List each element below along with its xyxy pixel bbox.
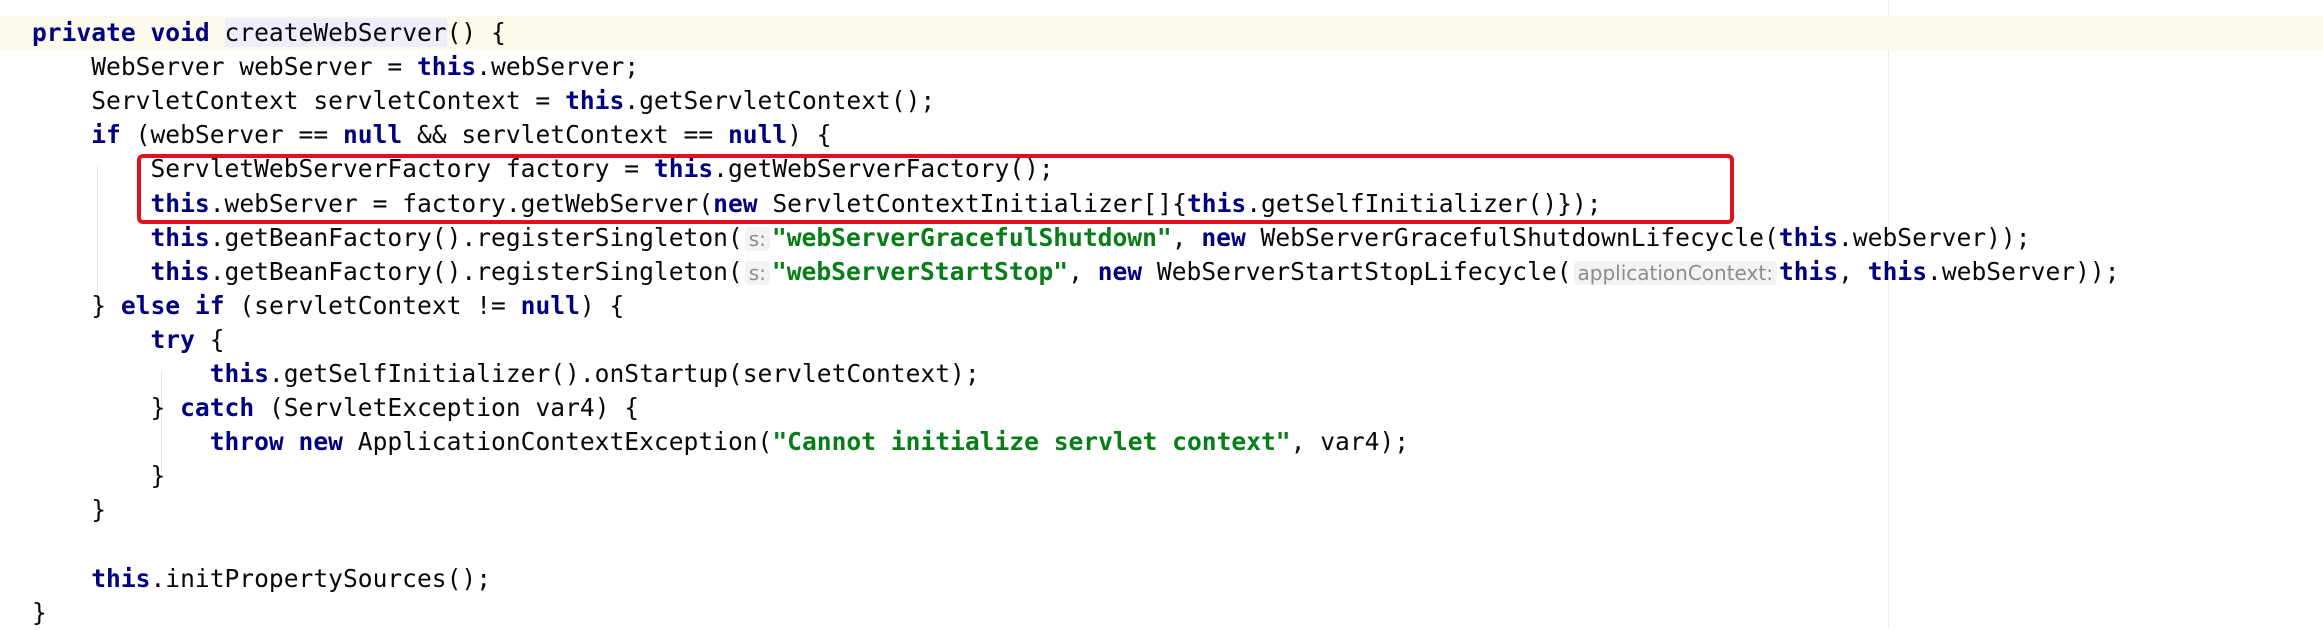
- keyword-token: this: [150, 222, 210, 252]
- keyword-token: new: [1201, 222, 1246, 252]
- code-token: ) {: [579, 290, 625, 320]
- code-line[interactable]: }: [0, 459, 165, 493]
- code-token: .webServer));: [1838, 222, 2031, 252]
- code-line[interactable]: this.getBeanFactory().registerSingleton(…: [0, 221, 2031, 255]
- code-token: }: [91, 495, 107, 525]
- keyword-token: private: [32, 18, 136, 47]
- code-line[interactable]: } catch (ServletException var4) {: [0, 391, 639, 425]
- code-token: }: [150, 393, 181, 423]
- code-line[interactable]: throw new ApplicationContextException("C…: [0, 425, 1409, 459]
- code-token: .getBeanFactory().registerSingleton(: [209, 256, 743, 286]
- code-token: () {: [446, 18, 506, 47]
- keyword-token: else: [120, 290, 181, 320]
- code-line[interactable]: this.getBeanFactory().registerSingleton(…: [0, 255, 2120, 289]
- code-line[interactable]: } else if (servletContext != null) {: [0, 289, 624, 323]
- code-line[interactable]: try {: [0, 323, 225, 357]
- method-name: createWebServer: [224, 18, 447, 47]
- code-token: ) {: [787, 120, 832, 150]
- code-line[interactable]: }: [0, 493, 106, 527]
- right-margin-guide: [1888, 0, 1889, 628]
- code-token: .getSelfInitializer().onStartup(servletC…: [268, 359, 980, 388]
- code-token: ,: [1068, 256, 1098, 286]
- code-line[interactable]: ServletContext servletContext = this.get…: [0, 84, 935, 118]
- code-line[interactable]: }: [0, 596, 47, 630]
- keyword-token: void: [150, 18, 210, 47]
- code-line[interactable]: this.getSelfInitializer().onStartup(serv…: [0, 357, 980, 391]
- code-token: ,: [1171, 222, 1202, 252]
- keyword-token: this: [150, 256, 210, 286]
- code-line[interactable]: this.initPropertySources();: [0, 562, 491, 596]
- code-line[interactable]: WebServer webServer = this.webServer;: [0, 50, 639, 84]
- code-token: ApplicationContextException(: [342, 427, 773, 457]
- keyword-token: this: [209, 359, 269, 388]
- keyword-token: try: [150, 324, 195, 354]
- code-token: }: [32, 597, 47, 627]
- code-line[interactable]: [0, 528, 32, 562]
- code-token: {: [194, 324, 225, 354]
- keyword-token: if: [91, 120, 121, 150]
- keyword-token: if: [194, 290, 225, 320]
- code-token: .getServletContext();: [624, 86, 936, 116]
- string-literal: "Cannot initialize servlet context": [772, 427, 1291, 457]
- code-token: .getBeanFactory().registerSingleton(: [209, 222, 743, 252]
- code-token: .webServer;: [476, 52, 640, 82]
- code-token: .initPropertySources();: [150, 563, 492, 593]
- code-token: && servletContext ==: [402, 120, 728, 150]
- keyword-token: null: [342, 120, 403, 150]
- keyword-token: catch: [180, 393, 255, 423]
- code-editor[interactable]: private void createWebServer() { WebServ…: [0, 0, 2323, 628]
- code-token: (servletContext !=: [224, 290, 521, 320]
- keyword-token: this: [91, 563, 151, 593]
- code-token: WebServerStartStopLifecycle(: [1142, 256, 1572, 286]
- parameter-hint: s:: [744, 260, 770, 285]
- highlight-annotation-box: [137, 154, 1734, 224]
- code-line[interactable]: if (webServer == null && servletContext …: [0, 118, 832, 152]
- keyword-token: new: [1097, 256, 1143, 286]
- keyword-token: null: [520, 290, 580, 320]
- code-token: ,: [1838, 256, 1868, 286]
- code-token: ServletContext servletContext =: [91, 86, 566, 116]
- keyword-token: this: [1778, 222, 1839, 252]
- keyword-token: this: [1778, 256, 1839, 286]
- code-token: (webServer ==: [120, 120, 343, 150]
- keyword-token: this: [1867, 256, 1928, 286]
- parameter-hint: applicationContext:: [1573, 260, 1777, 285]
- code-token: (ServletException var4) {: [254, 393, 640, 423]
- keyword-token: throw: [209, 427, 284, 457]
- code-token: .webServer));: [1927, 256, 2120, 286]
- code-token: }: [150, 461, 166, 491]
- keyword-token: this: [416, 52, 477, 82]
- code-token: }: [91, 290, 121, 320]
- keyword-token: this: [565, 86, 625, 116]
- keyword-token: new: [298, 427, 343, 457]
- code-token: WebServer webServer =: [91, 52, 417, 82]
- code-token: WebServerGracefulShutdownLifecycle(: [1245, 222, 1779, 252]
- string-literal: "webServerStartStop": [771, 256, 1069, 286]
- parameter-hint: s:: [744, 226, 770, 251]
- code-token: , var4);: [1290, 427, 1410, 457]
- code-line[interactable]: private void createWebServer() {: [0, 16, 2323, 50]
- keyword-token: null: [727, 120, 788, 150]
- string-literal: "webServerGracefulShutdown": [771, 222, 1172, 252]
